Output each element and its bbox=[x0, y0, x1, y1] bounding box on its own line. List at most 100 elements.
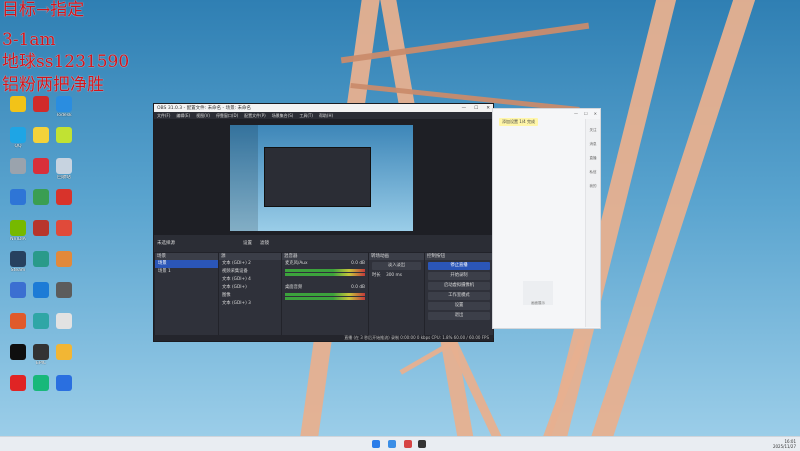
source-item[interactable]: 文本 (GDI+) bbox=[219, 284, 281, 292]
scenes-dock: 场景 场景 场景 1 bbox=[154, 252, 219, 338]
controls-dock-title: 控制按钮 bbox=[425, 253, 493, 260]
menu-docks[interactable]: 停靠窗口(D) bbox=[216, 113, 238, 119]
menu-profile[interactable]: 配置文件(P) bbox=[244, 113, 266, 119]
source-item[interactable]: 视频采集设备 bbox=[219, 268, 281, 276]
app-icon bbox=[56, 375, 72, 391]
obs-preview[interactable] bbox=[154, 119, 493, 235]
display-card[interactable]: 画面展示 bbox=[523, 281, 553, 305]
duration-value[interactable]: 300 ms bbox=[386, 273, 402, 278]
desktop-icon[interactable]: Todesk bbox=[49, 96, 79, 118]
menu-edit[interactable]: 编辑(E) bbox=[176, 113, 190, 119]
menu-view[interactable]: 视图(V) bbox=[196, 113, 210, 119]
scene-item[interactable]: 场景 1 bbox=[155, 268, 218, 276]
obs-taskbar-icon[interactable] bbox=[418, 440, 426, 448]
desktop-icon[interactable] bbox=[49, 282, 79, 299]
duration-label: 时长 bbox=[372, 273, 381, 278]
app-icon bbox=[10, 220, 26, 236]
obs-menubar: 文件(F) 编辑(E) 视图(V) 停靠窗口(D) 配置文件(P) 场景集合(S… bbox=[154, 112, 493, 119]
audio-meter bbox=[285, 269, 365, 272]
app-icon bbox=[10, 282, 26, 298]
sidebar-item[interactable]: 私信 bbox=[586, 170, 600, 175]
maximize-icon[interactable]: ☐ bbox=[584, 111, 588, 116]
app-icon bbox=[56, 251, 72, 267]
transition-select[interactable]: 淡入淡出 bbox=[372, 262, 421, 270]
sidebar-item[interactable]: 关注 bbox=[586, 128, 600, 133]
studio-mode-button[interactable]: 工作室模式 bbox=[428, 292, 490, 300]
app-icon[interactable] bbox=[404, 440, 412, 448]
menu-tools[interactable]: 工具(T) bbox=[299, 113, 313, 119]
sidebar-item[interactable]: 消息 bbox=[586, 142, 600, 147]
settings-button[interactable]: 设置 bbox=[428, 302, 490, 310]
source-item[interactable]: 文本 (GDI+) 2 bbox=[219, 260, 281, 268]
source-filters-button[interactable]: 滤镜 bbox=[260, 240, 269, 246]
desktop-icon[interactable] bbox=[49, 375, 79, 392]
sidebar-item[interactable]: 我的 bbox=[586, 184, 600, 189]
desktop-icon[interactable]: 回收站 bbox=[49, 158, 79, 180]
obs-titlebar[interactable]: OBS 31.0.3 - 配置文件: 未命名 - 场景: 未命名 — ☐ ✕ bbox=[154, 104, 493, 112]
overlay-line-1: 目标→指定 bbox=[2, 0, 85, 20]
secondary-titlebar[interactable]: — ☐ ✕ bbox=[493, 109, 600, 118]
transitions-dock: 转场动画 淡入淡出 时长 300 ms bbox=[368, 252, 425, 338]
secondary-app-window[interactable]: — ☐ ✕ 关注 消息 直播 私信 我的 画面展示 bbox=[492, 108, 601, 329]
desktop-icon[interactable] bbox=[49, 344, 79, 361]
minimize-icon[interactable]: — bbox=[574, 111, 578, 116]
scenes-dock-title: 场景 bbox=[155, 253, 218, 260]
app-icon bbox=[33, 189, 49, 205]
secondary-sidebar: 关注 消息 直播 私信 我的 bbox=[585, 119, 600, 327]
maximize-icon[interactable]: ☐ bbox=[474, 106, 478, 111]
start-recording-button[interactable]: 开始录制 bbox=[428, 272, 490, 280]
app-icon bbox=[10, 96, 26, 112]
mixer-db: 0.0 dB bbox=[351, 261, 365, 266]
app-icon bbox=[56, 189, 72, 205]
desktop-icon[interactable] bbox=[49, 251, 79, 268]
exit-button[interactable]: 退出 bbox=[428, 312, 490, 320]
audio-meter bbox=[285, 273, 365, 276]
app-icon bbox=[10, 344, 26, 360]
sources-dock-title: 源 bbox=[219, 253, 281, 260]
app-icon bbox=[10, 158, 26, 174]
desktop-icon-label: QQ bbox=[14, 144, 22, 149]
desktop-icon[interactable] bbox=[49, 220, 79, 237]
desktop-icon[interactable] bbox=[49, 127, 79, 144]
menu-help[interactable]: 帮助(H) bbox=[319, 113, 333, 119]
app-icon bbox=[56, 96, 72, 112]
overlay-line-3: 地球ss1231590 bbox=[2, 52, 130, 72]
scene-item[interactable]: 场景 bbox=[155, 260, 218, 268]
app-icon bbox=[33, 158, 49, 174]
mixer-channel-label: 麦克风/Aux bbox=[285, 261, 308, 266]
nested-desktop-icons bbox=[230, 125, 258, 231]
close-icon[interactable]: ✕ bbox=[486, 106, 490, 111]
sidebar-item[interactable]: 直播 bbox=[586, 156, 600, 161]
nested-obs-capture bbox=[264, 147, 371, 207]
source-item[interactable]: 图像 bbox=[219, 292, 281, 300]
app-icon bbox=[56, 158, 72, 174]
menu-scene-collection[interactable]: 场景集合(S) bbox=[272, 113, 294, 119]
desktop-icon-label: 回收站 bbox=[57, 175, 71, 180]
minimize-icon[interactable]: — bbox=[462, 106, 467, 111]
preview-canvas bbox=[230, 125, 413, 231]
app-icon bbox=[56, 344, 72, 360]
search-icon[interactable] bbox=[388, 440, 396, 448]
app-icon bbox=[33, 220, 49, 236]
close-icon[interactable]: ✕ bbox=[594, 111, 597, 116]
obs-window[interactable]: OBS 31.0.3 - 配置文件: 未命名 - 场景: 未命名 — ☐ ✕ 文… bbox=[153, 103, 499, 342]
stop-stream-button[interactable]: 停止直播 bbox=[428, 262, 490, 270]
system-clock[interactable]: 16:01 2025/11/27 bbox=[773, 439, 796, 449]
source-item[interactable]: 文本 (GDI+) 3 bbox=[219, 300, 281, 308]
overlay-line-4: 铝粉两把净胜 bbox=[2, 75, 104, 95]
source-settings-button[interactable]: 设置 bbox=[243, 240, 252, 246]
start-virtual-camera-button[interactable]: 启动虚拟摄像机 bbox=[428, 282, 490, 290]
source-item[interactable]: 文本 (GDI+) 4 bbox=[219, 276, 281, 284]
menu-file[interactable]: 文件(F) bbox=[157, 113, 170, 119]
mixer-dock: 混音器 麦克风/Aux 0.0 dB 桌面音频 0.0 dB bbox=[281, 252, 369, 338]
desktop-icon-label: EPIC bbox=[35, 361, 47, 366]
desktop-icon[interactable] bbox=[49, 313, 79, 330]
desktop-icon[interactable] bbox=[49, 189, 79, 206]
controls-dock: 控制按钮 停止直播 开始录制 启动虚拟摄像机 工作室模式 设置 退出 bbox=[424, 252, 494, 338]
start-icon[interactable] bbox=[372, 440, 380, 448]
app-icon bbox=[33, 375, 49, 391]
mixer-channel-label: 桌面音频 bbox=[285, 285, 303, 290]
transitions-dock-title: 转场动画 bbox=[369, 253, 424, 260]
transition-duration: 时长 300 ms bbox=[369, 272, 424, 280]
app-icon bbox=[56, 127, 72, 143]
